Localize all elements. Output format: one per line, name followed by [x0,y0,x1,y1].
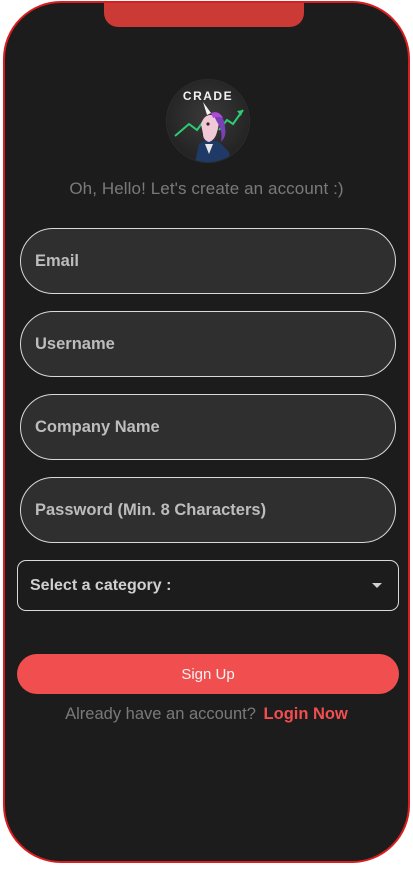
login-prompt-row: Already have an account? Login Now [5,705,408,724]
email-field[interactable] [20,228,396,294]
username-field[interactable] [20,311,396,377]
category-select[interactable]: Select a category : [17,560,399,611]
category-select-label: Select a category : [30,576,172,594]
unicorn-chart-logo-icon: CRADE [174,89,244,162]
password-input[interactable] [33,499,395,521]
logo-wordmark: CRADE [183,89,233,103]
login-prompt-text: Already have an account? [65,705,256,723]
username-input[interactable] [33,333,395,355]
login-now-link[interactable]: Login Now [264,705,348,723]
caret-down-icon[interactable] [372,583,382,588]
password-field[interactable] [20,477,396,543]
company-name-field[interactable] [20,394,396,460]
email-input[interactable] [33,250,395,272]
greeting-text: Oh, Hello! Let's create an account :) [69,179,344,198]
company-name-input[interactable] [33,416,395,438]
app-logo: CRADE [167,80,249,162]
phone-notch [104,3,304,27]
sign-up-button[interactable]: Sign Up [17,654,399,694]
phone-frame: CRADE Oh, Hello! Let's create an account… [3,1,410,863]
